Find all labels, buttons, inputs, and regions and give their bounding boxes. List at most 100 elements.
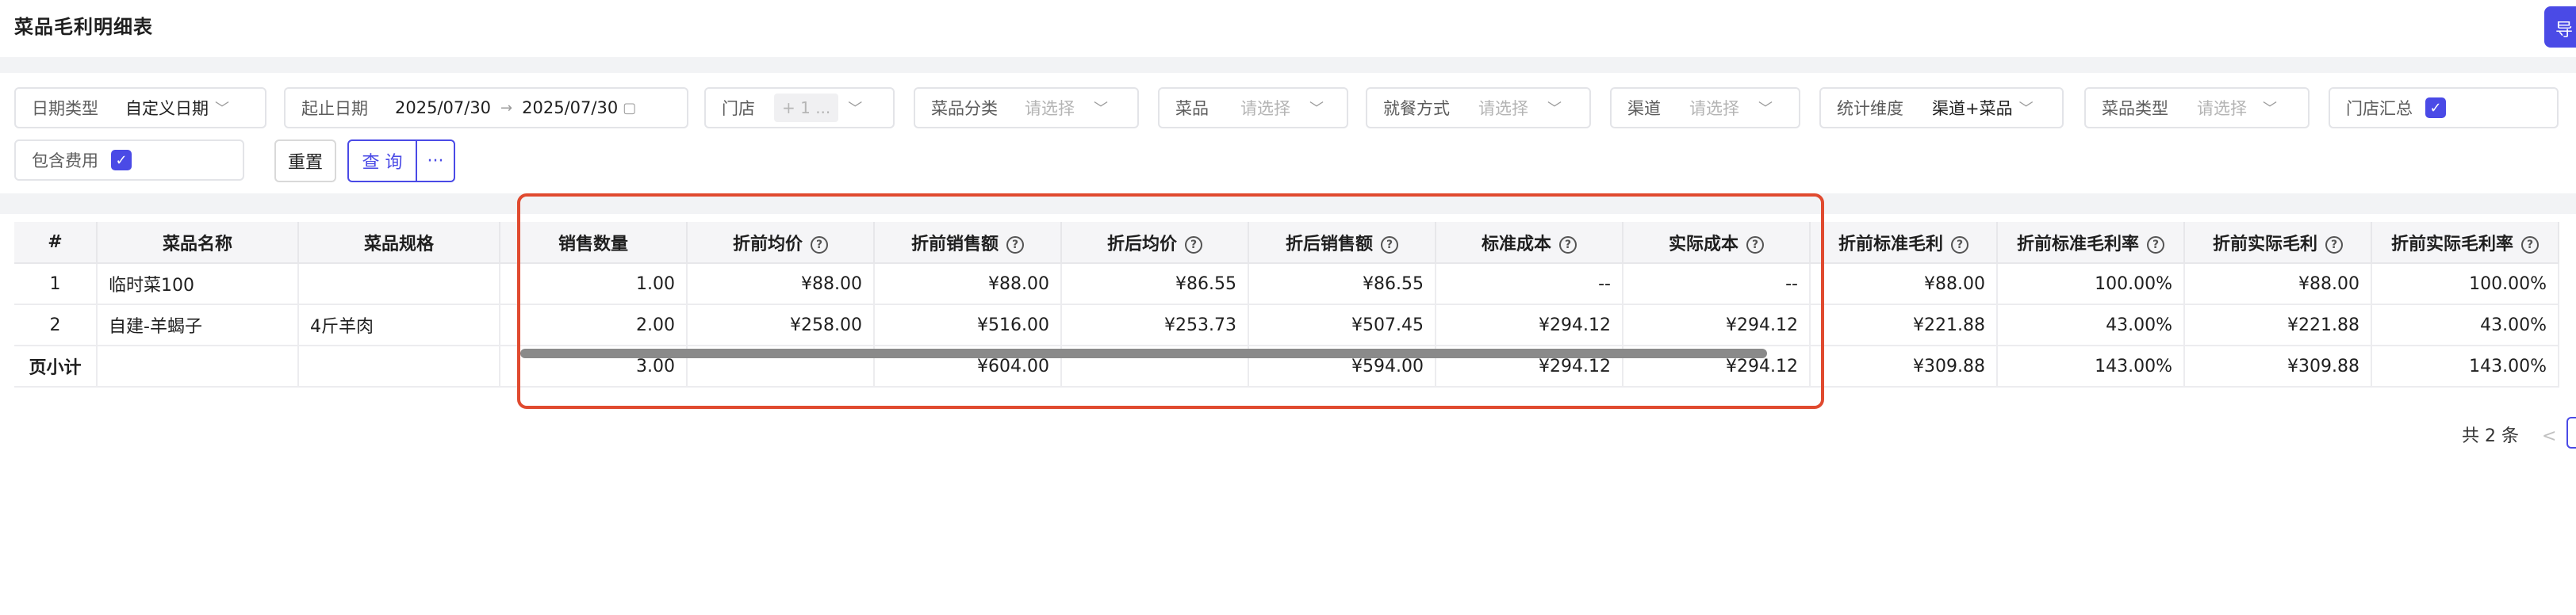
- page-title: 菜品毛利明细表: [14, 16, 153, 38]
- col-header-label: 折后销售额: [1285, 234, 1373, 254]
- date-type-select[interactable]: 日期类型 自定义日期 ﹀: [14, 87, 266, 128]
- col-header-standard-cost: 标准成本?: [1436, 222, 1623, 264]
- filter-panel: 日期类型 自定义日期 ﹀ 起止日期 2025/07/30 → 2025/07/3…: [0, 73, 2576, 193]
- table-row[interactable]: 1 临时菜100 1.00 ¥88.00 ¥88.00 ¥86.55 ¥86.5…: [14, 263, 2559, 305]
- cell-pre-std-margin: 143.00%: [1997, 346, 2185, 388]
- cell-pre-actual-profit: ¥88.00: [2184, 263, 2372, 305]
- dining-mode-placeholder: 请选择: [1478, 99, 1528, 118]
- arrow-right-icon: →: [500, 99, 513, 117]
- store-label: 门店: [722, 99, 755, 118]
- cell-pre-std-margin: 100.00%: [1997, 263, 2185, 305]
- cell-actual-cost: --: [1623, 263, 1811, 305]
- col-header-pre-discount-sales: 折前销售额?: [874, 222, 1062, 264]
- dish-label: 菜品: [1175, 99, 1209, 118]
- date-range-picker[interactable]: 起止日期 2025/07/30 → 2025/07/30 ▢: [284, 87, 688, 128]
- question-circle-icon[interactable]: ?: [811, 235, 828, 254]
- col-header-sales-qty: 销售数量: [500, 222, 688, 264]
- chevron-down-icon: ﹀: [848, 101, 863, 117]
- dimension-value: 渠道+菜品: [1932, 99, 2013, 118]
- cell-pre-std-profit: ¥221.88: [1810, 304, 1998, 346]
- cell-dish-spec: [298, 263, 500, 305]
- chevron-down-icon: ﹀: [1758, 101, 1773, 117]
- question-circle-icon[interactable]: ?: [2521, 235, 2539, 254]
- question-circle-icon[interactable]: ?: [2325, 235, 2343, 254]
- end-date[interactable]: 2025/07/30: [522, 98, 618, 117]
- query-button[interactable]: 查 询: [347, 139, 417, 182]
- chevron-down-icon: ﹀: [1547, 101, 1562, 117]
- col-header-label: 折前标准毛利率: [2016, 234, 2139, 254]
- chevron-down-icon: ﹀: [2263, 101, 2277, 117]
- chevron-down-icon: ﹀: [1094, 101, 1108, 117]
- divider-band: [0, 57, 2576, 73]
- dining-mode-select[interactable]: 就餐方式 请选择 ﹀: [1366, 87, 1591, 128]
- store-tag: + 1 ...: [774, 94, 839, 122]
- col-header-post-discount-sales: 折后销售额?: [1248, 222, 1436, 264]
- table-container: # 菜品名称 菜品规格 销售数量 折前均价? 折前销售额? 折后均价? 折后销售…: [0, 214, 2576, 615]
- cell-dish-spec: 4斤羊肉: [298, 304, 500, 346]
- question-circle-icon[interactable]: ?: [1185, 235, 1202, 254]
- channel-select[interactable]: 渠道 请选择 ﹀: [1610, 87, 1800, 128]
- data-table: # 菜品名称 菜品规格 销售数量 折前均价? 折前销售额? 折后均价? 折后销售…: [14, 222, 2559, 388]
- page: 菜品毛利明细表 导 日期类型 自定义日期 ﹀ 起止日期 2025/07/30 →…: [0, 0, 2576, 615]
- cell-dish-name: 临时菜100: [97, 263, 299, 305]
- more-button[interactable]: ···: [416, 139, 455, 182]
- store-summary-toggle[interactable]: 门店汇总 ✓: [2329, 87, 2559, 128]
- dimension-label: 统计维度: [1837, 99, 1903, 118]
- cell-standard-cost: ¥294.12: [1436, 304, 1623, 346]
- col-header-label: 折前实际毛利: [2212, 234, 2317, 254]
- cell-subtotal-label: 页小计: [14, 346, 98, 388]
- dish-category-label: 菜品分类: [931, 99, 998, 118]
- page-header: 菜品毛利明细表 导: [0, 0, 2576, 57]
- col-header-label: 折前实际毛利率: [2390, 234, 2513, 254]
- col-header-dish-name: 菜品名称: [97, 222, 299, 264]
- col-header-label: #: [48, 232, 63, 252]
- table-row[interactable]: 2 自建-羊蝎子 4斤羊肉 2.00 ¥258.00 ¥516.00 ¥253.…: [14, 304, 2559, 346]
- divider-band: [0, 193, 2576, 214]
- cell-dish-spec: [298, 346, 500, 388]
- cell-dish-name: 自建-羊蝎子: [97, 304, 299, 346]
- cell-dish-name: [97, 346, 299, 388]
- cell-sales-qty: 1.00: [500, 263, 688, 305]
- dish-category-select[interactable]: 菜品分类 请选择 ﹀: [914, 87, 1139, 128]
- col-header-pre-std-margin: 折前标准毛利率?: [1997, 222, 2185, 264]
- chevron-down-icon: ﹀: [2018, 101, 2034, 117]
- cell-pre-actual-margin: 100.00%: [2371, 263, 2559, 305]
- cell-pre-actual-profit: ¥309.88: [2184, 346, 2372, 388]
- include-cost-toggle[interactable]: 包含费用 ✓: [14, 139, 244, 181]
- col-header-label: 折后均价: [1106, 234, 1177, 254]
- channel-label: 渠道: [1627, 99, 1661, 118]
- cell-pre-discount-avg: ¥258.00: [687, 304, 875, 346]
- question-circle-icon[interactable]: ?: [1746, 235, 1764, 254]
- dimension-select[interactable]: 统计维度 渠道+菜品 ﹀: [1819, 87, 2064, 128]
- start-date[interactable]: 2025/07/30: [395, 98, 491, 117]
- dish-select[interactable]: 菜品 请选择 ﹀: [1158, 87, 1348, 128]
- cell-pre-discount-sales: ¥516.00: [874, 304, 1062, 346]
- dish-type-select[interactable]: 菜品类型 请选择 ﹀: [2084, 87, 2310, 128]
- dish-placeholder: 请选择: [1240, 99, 1290, 118]
- page-number-button[interactable]: [2566, 417, 2576, 449]
- store-summary-checkbox[interactable]: ✓: [2425, 97, 2446, 118]
- col-header-label: 折前销售额: [910, 234, 999, 254]
- question-circle-icon[interactable]: ?: [1951, 235, 1968, 254]
- dish-type-placeholder: 请选择: [2197, 99, 2247, 118]
- total-count: 共 2 条: [2462, 426, 2519, 446]
- dish-category-placeholder: 请选择: [1025, 99, 1075, 118]
- question-circle-icon[interactable]: ?: [1559, 235, 1577, 254]
- col-header-pre-actual-margin: 折前实际毛利率?: [2371, 222, 2559, 264]
- col-header-post-discount-avg: 折后均价?: [1061, 222, 1249, 264]
- store-select[interactable]: 门店 + 1 ... ﹀: [704, 87, 895, 128]
- horizontal-scrollbar[interactable]: [520, 349, 1767, 358]
- question-circle-icon[interactable]: ?: [2147, 235, 2164, 254]
- col-header-pre-discount-avg: 折前均价?: [687, 222, 875, 264]
- question-circle-icon[interactable]: ?: [1381, 235, 1398, 254]
- question-circle-icon[interactable]: ?: [1006, 235, 1024, 254]
- cell-pre-actual-profit: ¥221.88: [2184, 304, 2372, 346]
- col-header-label: 菜品规格: [363, 234, 434, 254]
- cell-pre-discount-avg: ¥88.00: [687, 263, 875, 305]
- prev-page-icon[interactable]: <: [2542, 426, 2556, 446]
- chevron-down-icon: ﹀: [1309, 101, 1324, 117]
- include-cost-checkbox[interactable]: ✓: [111, 150, 132, 170]
- cell-pre-actual-margin: 143.00%: [2371, 346, 2559, 388]
- reset-button[interactable]: 重置: [274, 139, 336, 182]
- export-button[interactable]: 导: [2544, 6, 2576, 48]
